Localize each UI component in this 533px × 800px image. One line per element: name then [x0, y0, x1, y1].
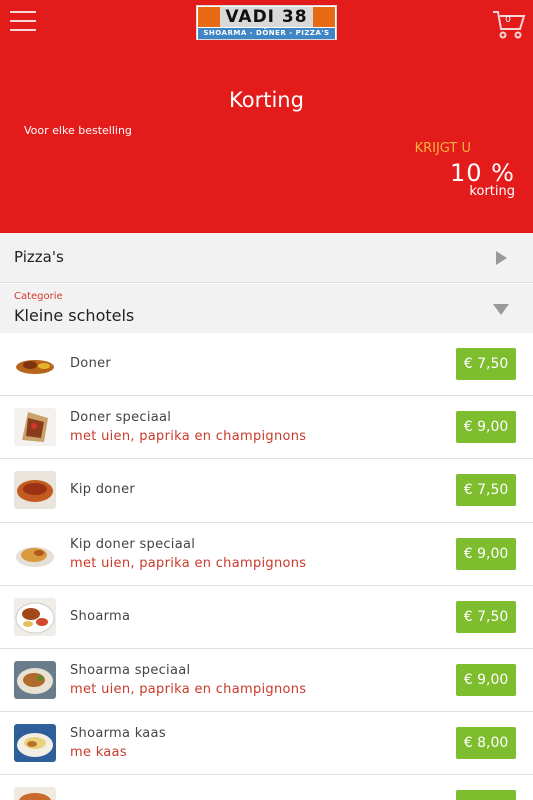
price-button[interactable]: € 9,00 — [456, 663, 516, 696]
top-bar: VADI 38 SHOARMA - DÖNER - PIZZA'S 0 — [0, 0, 533, 46]
price-button[interactable]: € 7,50 — [456, 348, 516, 380]
item-name: Shoarma — [70, 608, 131, 624]
promo-krijgt: KRIJGT U — [414, 141, 471, 156]
promo-banner: Korting Voor elke bestelling KRIJGT U 10… — [0, 46, 533, 233]
food-thumbnail — [14, 408, 56, 447]
menu-item[interactable]: Doner speciaal met uien, paprika en cham… — [0, 396, 533, 460]
promo-title: Korting — [229, 88, 304, 112]
price-button[interactable]: € 9,00 — [456, 537, 516, 570]
cart-button[interactable]: 0 — [492, 9, 526, 39]
item-description: met uien, paprika en champignons — [70, 681, 307, 697]
logo-title: VADI 38 — [225, 7, 308, 27]
promo-subtitle: Voor elke bestelling — [24, 124, 132, 137]
price-button[interactable]: € 8,00 — [456, 727, 516, 760]
item-name: Shoarma speciaal — [70, 662, 191, 678]
category-caption: Categorie — [14, 291, 63, 302]
item-name: Shoarma kaas — [70, 726, 166, 742]
menu-button[interactable] — [10, 11, 36, 33]
menu-item[interactable] — [0, 775, 533, 800]
item-name: Doner speciaal — [70, 410, 172, 426]
price-button[interactable] — [456, 790, 516, 800]
price-button[interactable]: € 9,00 — [456, 411, 516, 444]
item-name: Kip doner speciaal — [70, 536, 196, 552]
item-description: met uien, paprika en champignons — [70, 555, 307, 571]
price-button[interactable]: € 7,50 — [456, 474, 516, 507]
item-name: Doner — [70, 356, 112, 371]
logo-subtitle: SHOARMA - DÖNER - PIZZA'S — [198, 28, 335, 39]
menu-item[interactable]: Shoarma speciaal met uien, paprika en ch… — [0, 649, 533, 713]
triangle-right-icon — [496, 251, 507, 265]
cart-count: 0 — [505, 15, 511, 25]
item-description: met uien, paprika en champignons — [70, 429, 307, 445]
category-pizzas[interactable]: Pizza's — [0, 233, 533, 283]
price-button[interactable]: € 7,50 — [456, 600, 516, 633]
food-thumbnail — [14, 787, 56, 800]
menu-item[interactable]: Shoarma € 7,50 — [0, 586, 533, 649]
menu-list: Doner € 7,50 Doner speciaal met uien, pa… — [0, 333, 533, 800]
food-thumbnail — [14, 597, 56, 636]
menu-item[interactable]: Shoarma kaas me kaas € 8,00 — [0, 712, 533, 776]
food-thumbnail — [14, 345, 56, 383]
food-thumbnail — [14, 471, 56, 510]
menu-item[interactable]: Kip doner speciaal met uien, paprika en … — [0, 523, 533, 586]
food-thumbnail — [14, 660, 56, 699]
category-label: Pizza's — [14, 248, 64, 266]
item-name: Kip doner — [70, 482, 136, 498]
hamburger-icon — [10, 11, 36, 13]
menu-item[interactable]: Kip doner € 7,50 — [0, 459, 533, 523]
food-thumbnail — [14, 724, 56, 763]
promo-percent: 10 % — [450, 159, 515, 187]
item-description: me kaas — [70, 745, 127, 761]
food-thumbnail — [14, 534, 56, 573]
category-kleine-schotels[interactable]: Categorie Kleine schotels — [0, 284, 533, 333]
category-label: Kleine schotels — [14, 306, 135, 325]
promo-korting: korting — [469, 184, 515, 199]
triangle-down-icon — [493, 304, 509, 315]
logo: VADI 38 SHOARMA - DÖNER - PIZZA'S — [196, 5, 337, 40]
menu-item[interactable]: Doner € 7,50 — [0, 333, 533, 397]
